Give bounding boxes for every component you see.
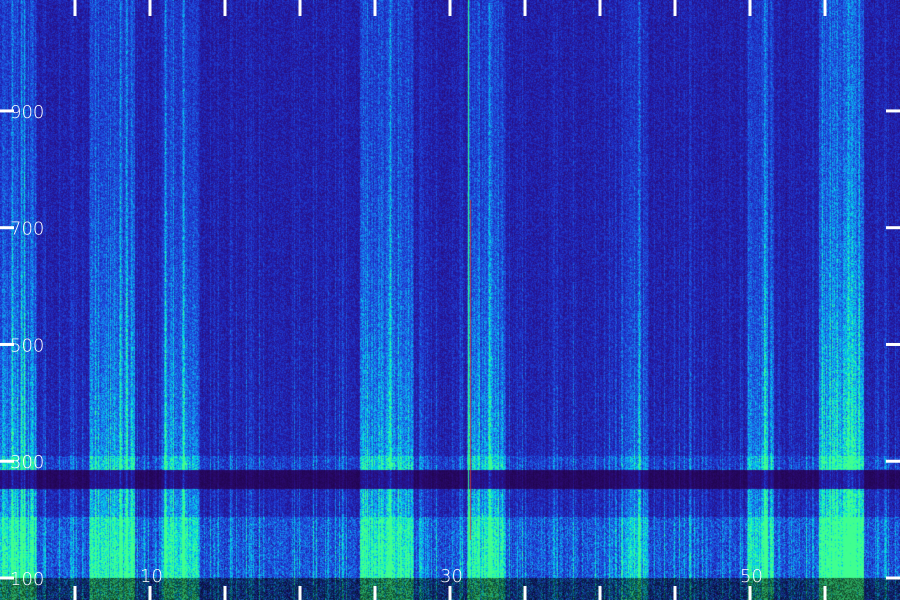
x-tick-bottom [673,586,677,600]
x-tick-top [598,0,602,16]
x-tick-top [448,0,452,16]
x-tick-top [298,0,302,16]
y-tick-right [886,342,900,346]
x-tick-bottom [748,586,752,600]
y-tick-right [886,459,900,463]
axes-overlay: 10 30 50 100 300 500 700 900 [0,0,900,600]
x-tick-bottom [448,586,452,600]
x-tick-bottom [298,586,302,600]
y-tick-right [886,226,900,230]
x-tick-top [523,0,527,16]
y-tick-right [886,576,900,580]
y-ticks [0,109,900,580]
x-tick-labels: 10 30 50 [140,566,763,587]
y-tick-labels: 100 300 500 700 900 [10,102,44,590]
y-tick-right [886,109,900,113]
x-tick-top [748,0,752,16]
x-tick-top [148,0,152,16]
x-tick-top [823,0,827,16]
x-tick-top [223,0,227,16]
x-tick-bottom [73,586,77,600]
y-tick-label: 700 [10,219,44,240]
x-tick-bottom [373,586,377,600]
x-tick-bottom [598,586,602,600]
x-tick-bottom [823,586,827,600]
x-tick-label: 50 [740,566,763,587]
x-tick-bottom [223,586,227,600]
x-tick-top [373,0,377,16]
y-tick-label: 100 [10,569,44,590]
x-tick-top [673,0,677,16]
x-tick-top [73,0,77,16]
x-tick-bottom [148,586,152,600]
x-tick-label: 10 [140,566,163,587]
x-tick-bottom [523,586,527,600]
x-tick-label: 30 [440,566,463,587]
y-tick-label: 500 [10,335,44,356]
y-tick-label: 900 [10,102,44,123]
y-tick-label: 300 [10,452,44,473]
x-ticks [73,0,827,600]
